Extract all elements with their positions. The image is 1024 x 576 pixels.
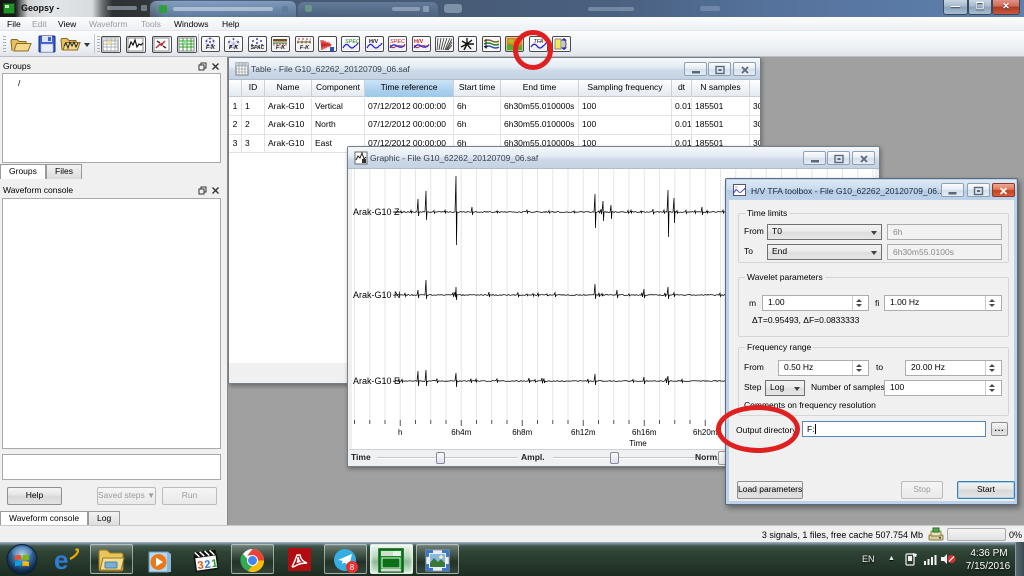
- svg-text:H/V: H/V: [414, 39, 424, 45]
- svg-text:Arak-G10 N: Arak-G10 N: [353, 290, 401, 300]
- svg-text:SPEC: SPEC: [390, 39, 405, 45]
- svg-text:6h16m: 6h16m: [632, 428, 657, 437]
- svg-text:Arak-G10 E: Arak-G10 E: [353, 376, 400, 386]
- svg-text:Time: Time: [629, 439, 647, 448]
- svg-text:6h4m: 6h4m: [451, 428, 471, 437]
- svg-text:8: 8: [350, 563, 355, 572]
- svg-text:6h12m: 6h12m: [571, 428, 596, 437]
- svg-text:6h20m: 6h20m: [693, 428, 718, 437]
- svg-text:h: h: [398, 428, 402, 437]
- svg-text:e: e: [54, 546, 68, 574]
- svg-text:Arak-G10 Z: Arak-G10 Z: [353, 207, 400, 217]
- svg-text:6h8m: 6h8m: [512, 428, 532, 437]
